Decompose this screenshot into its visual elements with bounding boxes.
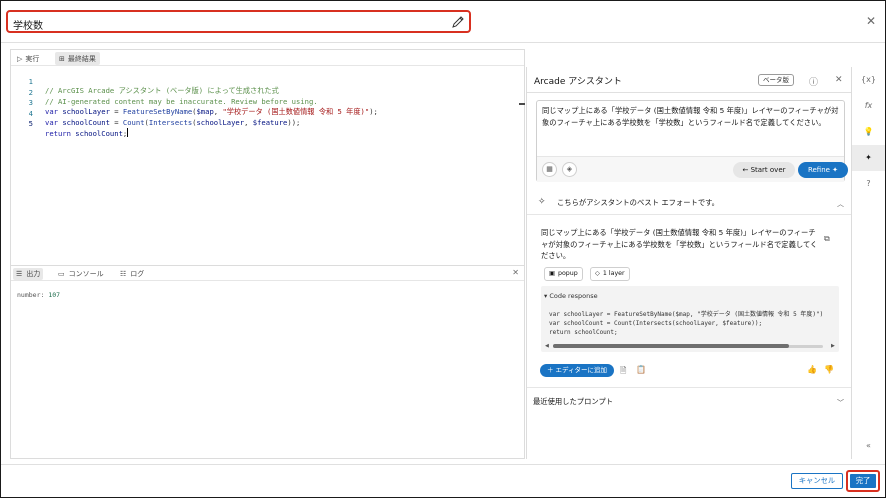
assistant-title: Arcade アシスタント — [534, 77, 622, 87]
close-assistant-icon[interactable]: ✕ — [835, 75, 843, 85]
beta-badge: ベータ版 — [758, 74, 794, 86]
scroll-right-icon: ▶ — [831, 343, 835, 349]
document-icon[interactable]: 🗎 — [620, 365, 626, 379]
play-icon: ▷ — [17, 54, 23, 63]
collapse-triangle-icon: ▾ — [544, 292, 548, 300]
assistant-icon[interactable]: ✦ — [852, 145, 885, 171]
log-icon: ☷ — [120, 270, 127, 278]
layer-icon: ◇ — [595, 270, 600, 277]
add-to-editor-button[interactable]: ＋ エディターに追加 — [540, 364, 614, 377]
tab-run[interactable]: ▷ 実行 — [13, 52, 43, 65]
variables-icon[interactable]: {x} — [852, 67, 885, 93]
result-icon: ⊞ — [59, 54, 65, 63]
side-rail: {x} fx 💡 ✦ ? « — [851, 67, 885, 459]
tab-console[interactable]: ▭ コンソール — [55, 268, 107, 280]
tab-final-result[interactable]: ⊞ 最終結果 — [55, 52, 100, 65]
tab-log[interactable]: ☷ ログ — [117, 268, 147, 280]
overview-ruler-mark — [519, 103, 525, 105]
lightbulb-icon[interactable]: 💡 — [852, 119, 885, 145]
prompt-toolbar: ▦ ◈ ← Start over Refine ✦ — [537, 156, 848, 182]
done-highlight: 完了 — [846, 470, 880, 492]
scroll-left-icon: ◀ — [545, 343, 549, 349]
best-effort-header[interactable]: ✧ こちらがアシスタントのベスト エフォートです。 ︿ — [527, 191, 852, 215]
copy-icon[interactable]: ⧉ — [824, 234, 830, 244]
clipboard-icon[interactable]: 📋 — [636, 365, 646, 374]
list-icon: ☰ — [16, 270, 23, 278]
code-response: ▾ Code response var schoolLayer = Featur… — [541, 286, 839, 352]
output-tabs: ☰ 出力 ▭ コンソール ☷ ログ ✕ — [11, 265, 524, 281]
arcade-dialog: 学校数 ✕ ▷ 実行 ⊞ 最終結果 1 // ArcGIS Arcade アシス… — [0, 0, 886, 498]
popup-chip: ▣ popup — [544, 267, 583, 281]
map-icon[interactable]: ▦ — [542, 162, 557, 177]
prompt-textarea[interactable]: 同じマップ上にある「学校データ (国土数値情報 令和 5 年度)」レイヤーのフィ… — [542, 105, 841, 129]
refine-button[interactable]: Refine ✦ — [798, 162, 848, 178]
expression-title: 学校数 — [13, 21, 43, 32]
layer-chip: ◇ 1 layer — [590, 267, 630, 281]
info-icon[interactable]: ⓘ — [809, 75, 818, 88]
assistant-pane: Arcade アシスタント ベータ版 ⓘ ✕ 同じマップ上にある「学校データ (… — [526, 67, 852, 459]
layers-icon[interactable]: ◈ — [562, 162, 577, 177]
code-response-text: var schoolLayer = FeatureSetByName($map,… — [549, 311, 824, 337]
dialog-header: 学校数 ✕ — [1, 1, 885, 43]
pencil-icon[interactable] — [451, 15, 465, 29]
done-button[interactable]: 完了 — [850, 474, 876, 488]
collapse-icon[interactable]: « — [852, 433, 885, 459]
chevron-down-icon[interactable]: ﹀ — [837, 398, 844, 408]
close-icon[interactable]: ✕ — [866, 14, 876, 28]
code-line: 3 var schoolLayer = FeatureSetByName($ma… — [28, 98, 378, 116]
output-result: number: 107 — [17, 291, 61, 299]
assistant-header: Arcade アシスタント ベータ版 ⓘ ✕ — [527, 67, 852, 93]
help-icon[interactable]: ? — [852, 171, 885, 197]
horizontal-scrollbar[interactable]: ◀ ▶ — [545, 343, 835, 349]
sparkle-icon: ✧ — [538, 197, 546, 207]
editor-tabs: ▷ 実行 ⊞ 最終結果 — [11, 50, 524, 66]
cancel-button[interactable]: キャンセル — [791, 473, 843, 489]
prompt-card: 同じマップ上にある「学校データ (国土数値情報 令和 5 年度)」レイヤーのフィ… — [536, 100, 848, 182]
close-output-icon[interactable]: ✕ — [512, 268, 519, 277]
console-icon: ▭ — [58, 270, 65, 278]
popup-icon: ▣ — [549, 270, 555, 277]
expression-title-input[interactable]: 学校数 — [6, 10, 471, 33]
thumbs-down-icon[interactable]: 👎 — [824, 365, 834, 374]
tab-output[interactable]: ☰ 出力 — [13, 268, 44, 280]
functions-icon[interactable]: fx — [852, 93, 885, 119]
code-line: 1 // ArcGIS Arcade アシスタント (ベータ版) によって生成さ… — [28, 77, 279, 95]
code-line: 2 // AI-generated content may be inaccur… — [28, 87, 318, 106]
recent-prompts-header[interactable]: 最近使用したプロンプト ﹀ — [527, 387, 852, 415]
start-over-button[interactable]: ← Start over — [733, 162, 795, 178]
dialog-footer: キャンセル 完了 — [1, 464, 885, 497]
scroll-thumb — [553, 344, 789, 348]
text-caret — [127, 128, 129, 137]
code-line: 5 return schoolCount; — [28, 119, 129, 138]
response-text: 同じマップ上にある「学校データ (国土数値情報 令和 5 年度)」レイヤーのフィ… — [541, 228, 818, 260]
chevron-up-icon[interactable]: ︿ — [837, 199, 844, 209]
thumbs-up-icon[interactable]: 👍 — [807, 365, 817, 374]
code-line: 4 var schoolCount = Count(Intersects(sch… — [28, 108, 301, 127]
editor-pane: ▷ 実行 ⊞ 最終結果 1 // ArcGIS Arcade アシスタント (ベ… — [10, 49, 525, 459]
